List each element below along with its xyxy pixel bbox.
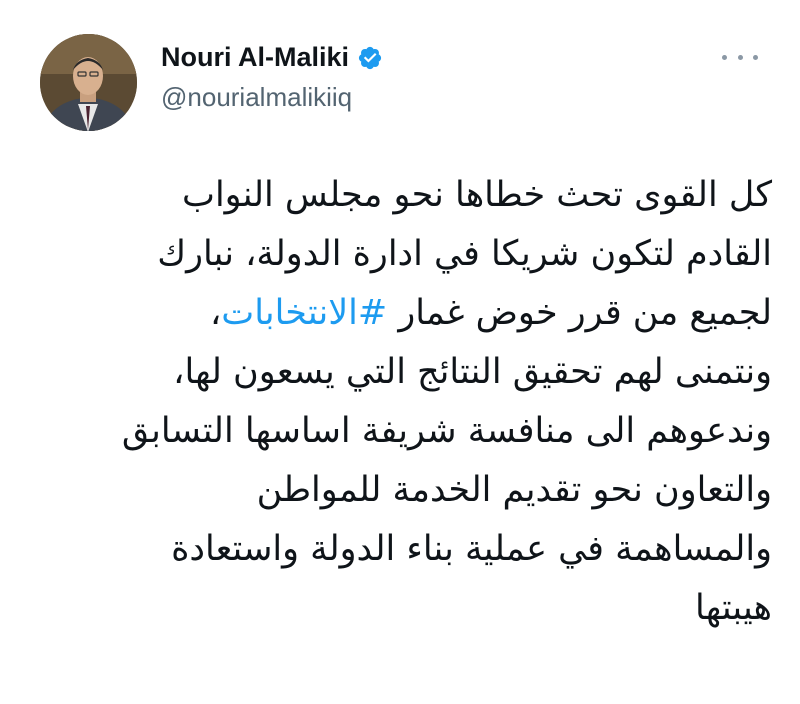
hashtag-link[interactable]: #الانتخابات — [221, 293, 387, 333]
dot — [753, 54, 758, 60]
author-handle[interactable]: @nourialmalikiiq — [161, 82, 352, 113]
tweet-line-5: وندعوهم الى منافسة شريفة اساسها التسابق — [121, 411, 772, 451]
tweet-header: Nouri Al-Maliki @nourialmalikiiq — [0, 0, 800, 140]
tweet-line-3: لجميع من قرر خوض غمار #الانتخابات، — [40, 284, 772, 343]
tweet-line-7: والمساهمة في عملية بناء الدولة واستعادة — [171, 529, 772, 569]
tweet-line-4: ونتمنى لهم تحقيق النتائج التي يسعون لها، — [173, 352, 772, 392]
tweet-line-3-start: لجميع من قرر خوض غمار — [387, 293, 772, 333]
dot — [722, 54, 727, 60]
tweet-line-8: هيبتها — [695, 588, 772, 628]
tweet-line-1: كل القوى تحث خطاها نحو مجلس النواب — [182, 175, 772, 215]
tweet-line-2: القادم لتكون شريكا في ادارة الدولة، نبار… — [157, 234, 772, 274]
dot — [737, 54, 743, 60]
verified-badge-icon — [357, 45, 383, 71]
more-options-icon[interactable] — [722, 44, 758, 70]
avatar-image — [40, 34, 137, 131]
author-name-row: Nouri Al-Maliki — [161, 42, 383, 73]
tweet-line-3-end: ، — [209, 293, 222, 333]
author-display-name[interactable]: Nouri Al-Maliki — [161, 42, 349, 73]
tweet-line-6: والتعاون نحو تقديم الخدمة للمواطن — [256, 470, 772, 510]
tweet-text: كل القوى تحث خطاها نحو مجلس النواب القاد… — [40, 166, 772, 638]
avatar[interactable] — [40, 34, 137, 131]
